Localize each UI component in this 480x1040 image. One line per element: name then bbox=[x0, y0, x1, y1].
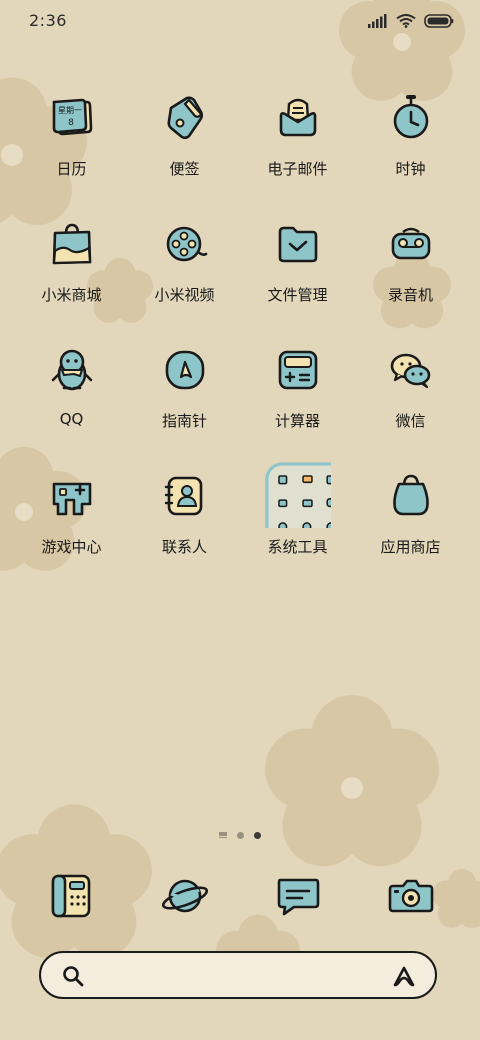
app-label: QQ bbox=[59, 410, 84, 428]
app-game-center[interactable]: 游戏中心 bbox=[15, 468, 128, 578]
app-mi-store[interactable]: 小米商城 bbox=[15, 216, 128, 326]
app-clock[interactable]: 时钟 bbox=[354, 90, 467, 200]
page-list-icon[interactable] bbox=[219, 832, 227, 838]
camera-icon bbox=[388, 879, 434, 913]
contacts-icon bbox=[164, 476, 202, 516]
app-calendar[interactable]: 星期一 8 日历 bbox=[15, 90, 128, 200]
calculator-icon bbox=[278, 350, 317, 390]
app-label: 游戏中心 bbox=[41, 538, 102, 556]
page-dot-2-active[interactable] bbox=[254, 831, 261, 839]
dock-messages[interactable] bbox=[268, 866, 328, 922]
dock-browser[interactable] bbox=[155, 866, 215, 922]
recorder-icon bbox=[391, 227, 430, 260]
status-time: 2:36 bbox=[29, 11, 67, 30]
film-reel-icon bbox=[166, 226, 207, 262]
email-icon bbox=[279, 98, 316, 137]
app-label: 日历 bbox=[56, 160, 87, 178]
calendar-day: 8 bbox=[68, 118, 74, 128]
dock-phone[interactable] bbox=[41, 866, 101, 922]
phone-icon bbox=[51, 874, 91, 918]
calendar-icon: 星期一 8 bbox=[52, 98, 92, 136]
app-label: 时钟 bbox=[395, 160, 426, 178]
app-label: 便签 bbox=[169, 160, 200, 178]
calendar-weekday: 星期一 bbox=[58, 106, 82, 115]
app-label: 应用商店 bbox=[380, 538, 441, 556]
page-dot-1[interactable] bbox=[237, 831, 244, 839]
wifi-icon bbox=[396, 14, 416, 28]
clock-icon bbox=[393, 95, 428, 139]
qq-penguin-icon bbox=[51, 349, 92, 391]
app-qq[interactable]: QQ bbox=[15, 342, 128, 452]
app-label: 小米商城 bbox=[41, 286, 102, 304]
signal-icon bbox=[368, 14, 387, 28]
search-bar[interactable] bbox=[39, 951, 437, 999]
app-mi-video[interactable]: 小米视频 bbox=[128, 216, 241, 326]
folder-icon bbox=[278, 226, 317, 263]
app-contacts[interactable]: 联系人 bbox=[128, 468, 241, 578]
app-email[interactable]: 电子邮件 bbox=[241, 90, 354, 200]
app-store-bag-icon bbox=[392, 474, 429, 516]
messages-icon bbox=[277, 878, 320, 916]
app-calculator[interactable]: 计算器 bbox=[241, 342, 354, 452]
app-compass[interactable]: 指南针 bbox=[128, 342, 241, 452]
wechat-icon bbox=[390, 353, 430, 389]
game-icon bbox=[52, 482, 91, 516]
app-label: 微信 bbox=[395, 412, 426, 430]
dock-camera[interactable] bbox=[381, 866, 441, 922]
app-recorder[interactable]: 录音机 bbox=[354, 216, 467, 326]
assistant-icon[interactable] bbox=[391, 964, 417, 988]
browser-planet-icon bbox=[161, 879, 209, 913]
search-icon[interactable] bbox=[61, 964, 85, 988]
compass-icon bbox=[165, 350, 204, 390]
app-label: 录音机 bbox=[387, 286, 433, 304]
app-label: 电子邮件 bbox=[267, 160, 328, 178]
dock bbox=[0, 866, 480, 926]
notes-icon bbox=[166, 96, 203, 140]
app-file-manager[interactable]: 文件管理 bbox=[241, 216, 354, 326]
app-system-tools[interactable]: 系统工具 bbox=[241, 462, 354, 578]
page-indicator[interactable] bbox=[0, 829, 480, 841]
folder-group-icon bbox=[264, 462, 331, 528]
app-label: 小米视频 bbox=[154, 286, 215, 304]
app-wechat[interactable]: 微信 bbox=[354, 342, 467, 452]
app-app-store[interactable]: 应用商店 bbox=[354, 468, 467, 578]
app-label: 计算器 bbox=[274, 412, 320, 430]
shopping-bag-icon bbox=[52, 223, 91, 265]
battery-icon bbox=[424, 14, 454, 28]
app-notes[interactable]: 便签 bbox=[128, 90, 241, 200]
app-label: 系统工具 bbox=[267, 538, 328, 556]
app-label: 指南针 bbox=[161, 412, 207, 430]
app-label: 联系人 bbox=[161, 538, 207, 556]
status-bar: 2:36 bbox=[0, 0, 480, 42]
app-label: 文件管理 bbox=[267, 286, 328, 304]
